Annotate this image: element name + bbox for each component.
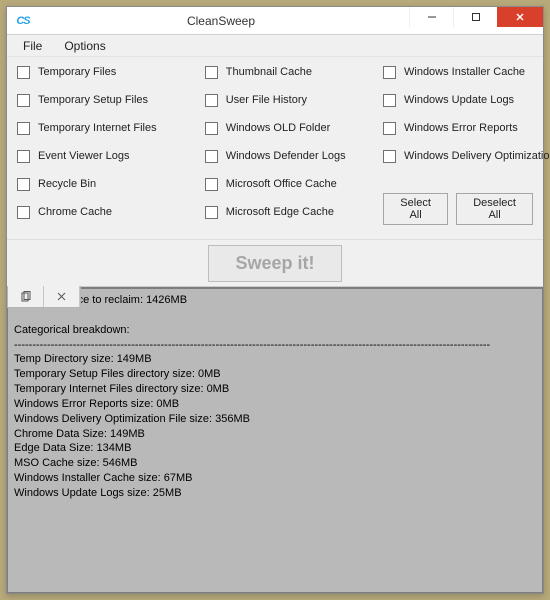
maximize-icon [471,12,481,22]
chk-windows-error-reports[interactable]: Windows Error Reports [383,119,533,137]
checkbox-col-2: Thumbnail Cache User File History Window… [205,63,383,225]
select-buttons-row: Select All Deselect All [383,193,533,225]
checkbox-icon [17,66,30,79]
window-controls [409,7,543,34]
x-icon [57,292,66,301]
select-all-button[interactable]: Select All [383,193,448,225]
chk-label: Temporary Files [38,66,116,78]
app-icon: CS [13,11,33,31]
chk-label: Windows Defender Logs [226,150,346,162]
checkbox-icon [205,206,218,219]
chk-label: Event Viewer Logs [38,150,130,162]
chk-label: Temporary Internet Files [38,122,157,134]
copy-icon [20,291,32,303]
chk-temporary-setup-files[interactable]: Temporary Setup Files [17,91,205,109]
checkbox-icon [17,178,30,191]
chk-thumbnail-cache[interactable]: Thumbnail Cache [205,63,383,81]
chk-label: Thumbnail Cache [226,66,312,78]
checkbox-col-3: Windows Installer Cache Windows Update L… [383,63,533,225]
chk-label: Temporary Setup Files [38,94,148,106]
chk-label: Windows Update Logs [404,94,514,106]
chk-label: Windows Error Reports [404,122,518,134]
menu-options[interactable]: Options [54,37,115,55]
chk-microsoft-office-cache[interactable]: Microsoft Office Cache [205,175,383,193]
checkbox-icon [205,150,218,163]
menu-file[interactable]: File [13,37,52,55]
chk-label: Chrome Cache [38,206,112,218]
titlebar: CS CleanSweep [7,7,543,35]
sweep-button[interactable]: Sweep it! [208,245,341,282]
checkbox-icon [205,94,218,107]
checkbox-icon [383,66,396,79]
menubar: File Options [7,35,543,57]
checkbox-col-1: Temporary Files Temporary Setup Files Te… [17,63,205,225]
chk-user-file-history[interactable]: User File History [205,91,383,109]
chk-windows-installer-cache[interactable]: Windows Installer Cache [383,63,533,81]
deselect-all-button[interactable]: Deselect All [456,193,533,225]
sweep-row: Sweep it! [7,239,543,287]
minimize-icon [427,12,437,22]
chk-windows-defender-logs[interactable]: Windows Defender Logs [205,147,383,165]
tab-close[interactable] [44,286,80,307]
window-title: CleanSweep [33,14,409,28]
chk-label: Windows OLD Folder [226,122,331,134]
checkbox-icon [17,122,30,135]
chk-windows-old-folder[interactable]: Windows OLD Folder [205,119,383,137]
chk-microsoft-edge-cache[interactable]: Microsoft Edge Cache [205,203,383,221]
maximize-button[interactable] [453,7,497,27]
chk-temporary-files[interactable]: Temporary Files [17,63,205,81]
chk-label: Microsoft Office Cache [226,178,337,190]
checkbox-icon [17,150,30,163]
checkbox-icon [17,206,30,219]
checkbox-icon [383,94,396,107]
tab-output[interactable] [8,286,44,307]
output-tabs [7,286,81,308]
chk-windows-delivery-optimization[interactable]: Windows Delivery Optimization [383,147,533,165]
chk-recycle-bin[interactable]: Recycle Bin [17,175,205,193]
checkbox-icon [383,122,396,135]
chk-label: Recycle Bin [38,178,96,190]
checkbox-icon [205,122,218,135]
checkbox-icon [205,66,218,79]
chk-event-viewer-logs[interactable]: Event Viewer Logs [17,147,205,165]
close-button[interactable] [497,7,543,27]
chk-temporary-internet-files[interactable]: Temporary Internet Files [17,119,205,137]
chk-label: User File History [226,94,307,106]
chk-windows-update-logs[interactable]: Windows Update Logs [383,91,533,109]
chk-label: Microsoft Edge Cache [226,206,334,218]
checkbox-icon [17,94,30,107]
close-icon [515,12,525,22]
checkbox-icon [205,178,218,191]
checkbox-panel: Temporary Files Temporary Setup Files Te… [7,57,543,229]
chk-label: Windows Delivery Optimization [404,150,550,162]
minimize-button[interactable] [409,7,453,27]
chk-label: Windows Installer Cache [404,66,525,78]
window: CS CleanSweep File Options Temporary Fil… [6,6,544,594]
chk-chrome-cache[interactable]: Chrome Cache [17,203,205,221]
checkbox-icon [383,150,396,163]
output-log[interactable]: Potential space to reclaim: 1426MB Categ… [7,287,543,593]
